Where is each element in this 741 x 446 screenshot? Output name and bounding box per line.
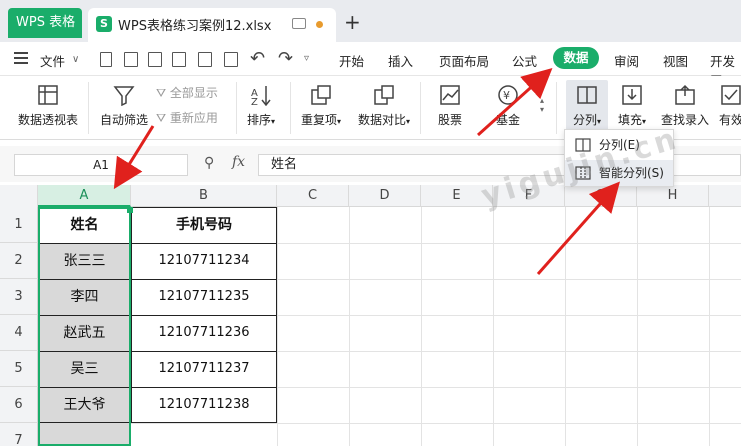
arrow-to-data-tab	[476, 67, 553, 137]
annotation-arrows	[113, 67, 620, 275]
arrow-to-column-a	[113, 125, 155, 190]
arrow-to-smart-split	[536, 181, 620, 275]
